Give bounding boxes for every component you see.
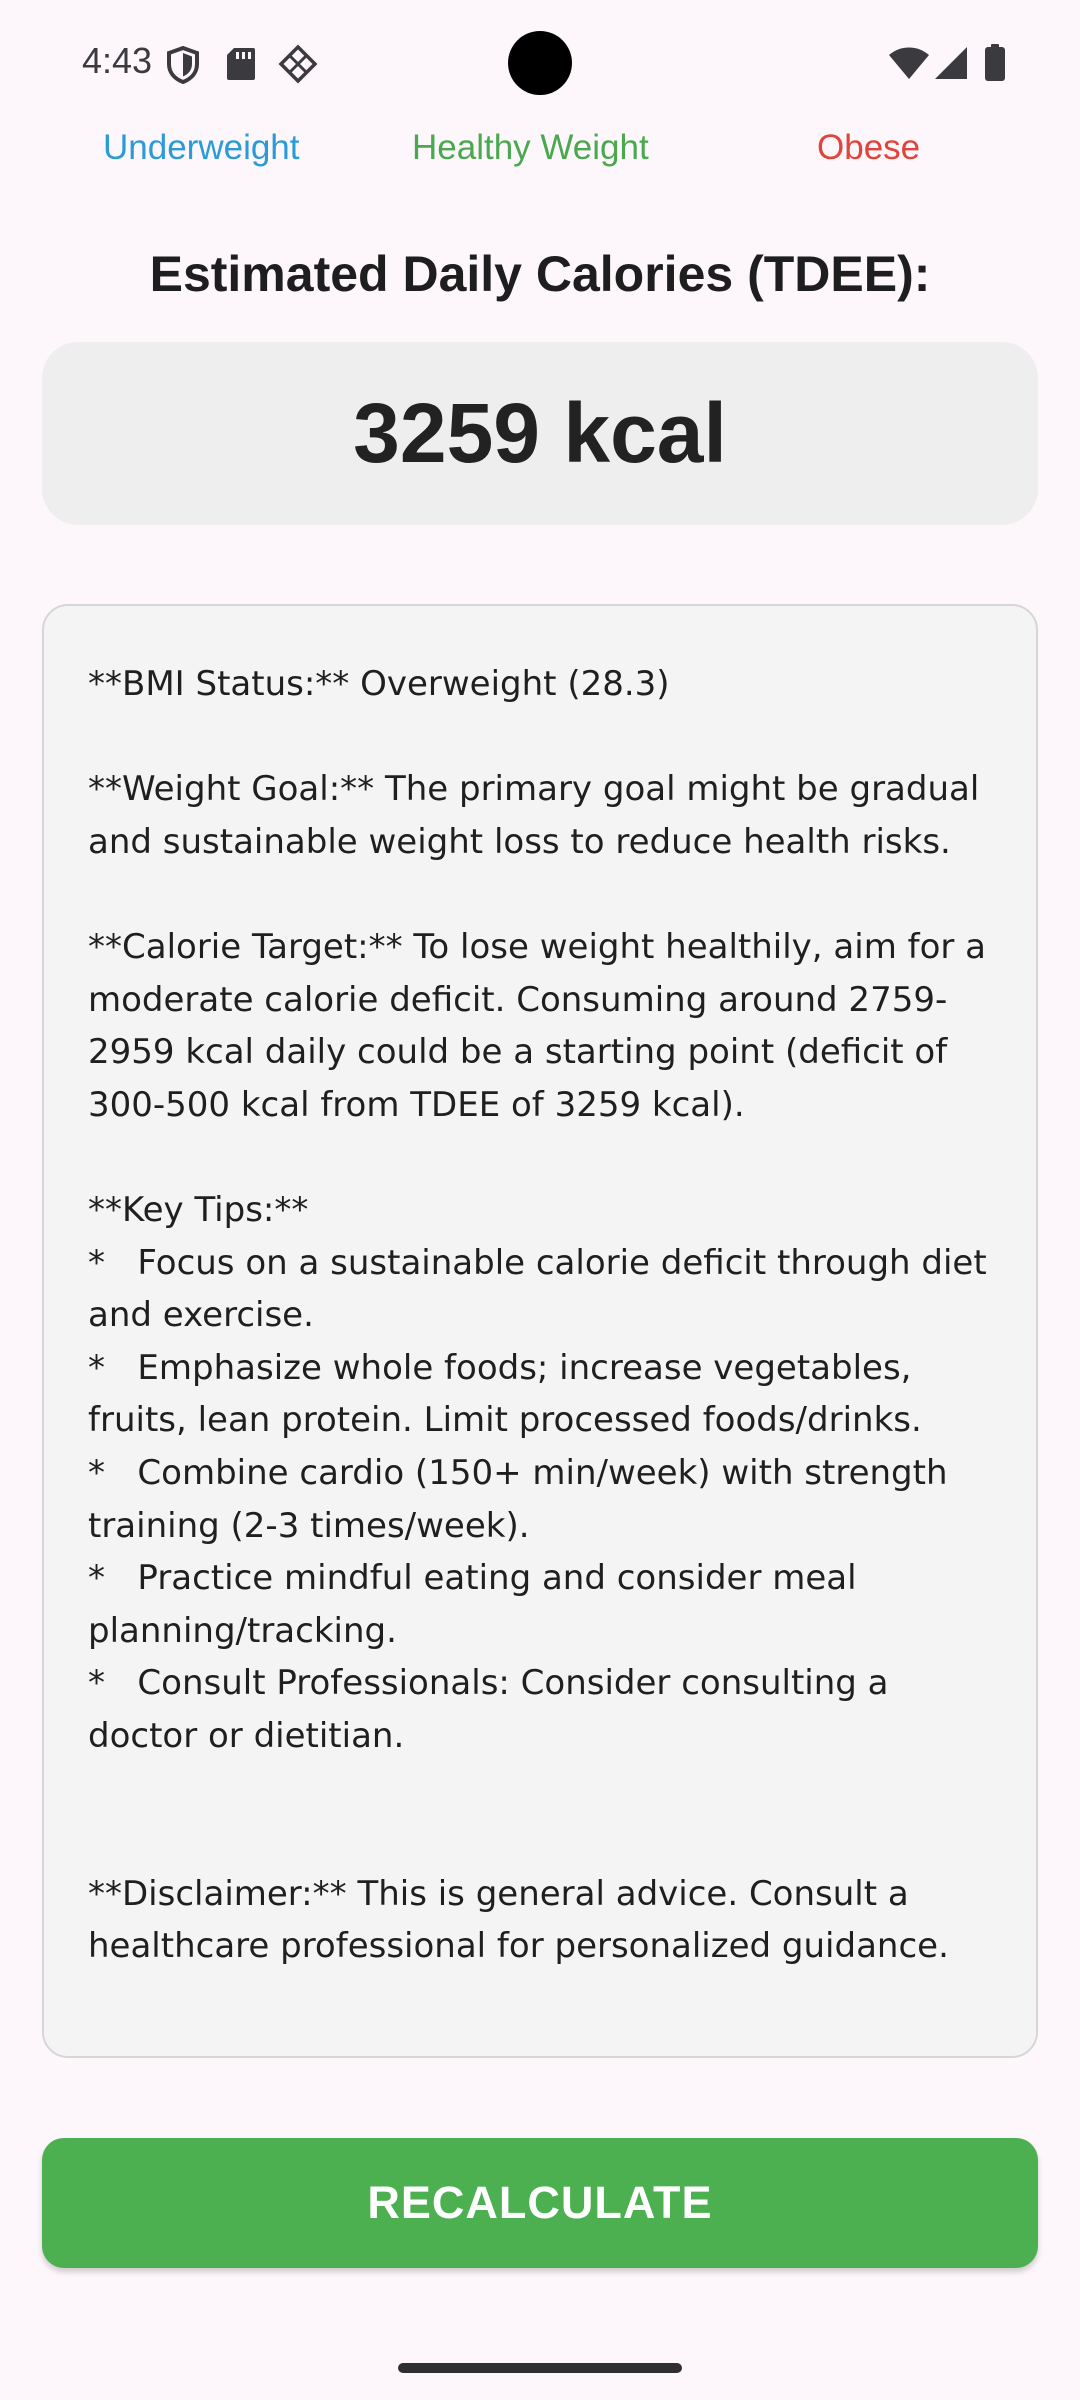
status-bar: 4:43 — [0, 0, 1080, 128]
legend-healthy-weight: Healthy Weight — [412, 128, 649, 167]
legend-underweight: Underweight — [103, 128, 300, 167]
tdee-title: Estimated Daily Calories (TDEE): — [149, 246, 931, 302]
shield-icon — [166, 45, 200, 89]
advice-text: **BMI Status:** Overweight (28.3) **Weig… — [88, 664, 987, 1967]
status-time: 4:43 — [82, 40, 153, 81]
camera-cutout — [508, 31, 572, 95]
wifi-icon — [888, 46, 930, 85]
cell-signal-icon — [934, 46, 968, 85]
screen: 4:43 Underweight Healthy Weight Obese Es… — [0, 0, 1080, 2400]
battery-icon — [984, 44, 1006, 87]
sd-card-icon — [226, 47, 256, 86]
bmi-category-legend: Underweight Healthy Weight Obese — [0, 128, 1080, 176]
diamond-grid-icon — [278, 44, 318, 89]
tdee-result-box: 3259 kcal — [42, 342, 1038, 525]
home-indicator[interactable] — [398, 2363, 682, 2373]
recalculate-button[interactable]: RECALCULATE — [42, 2138, 1038, 2268]
advice-card[interactable]: **BMI Status:** Overweight (28.3) **Weig… — [42, 604, 1038, 2058]
tdee-value: 3259 kcal — [353, 386, 727, 480]
legend-obese: Obese — [817, 128, 921, 167]
